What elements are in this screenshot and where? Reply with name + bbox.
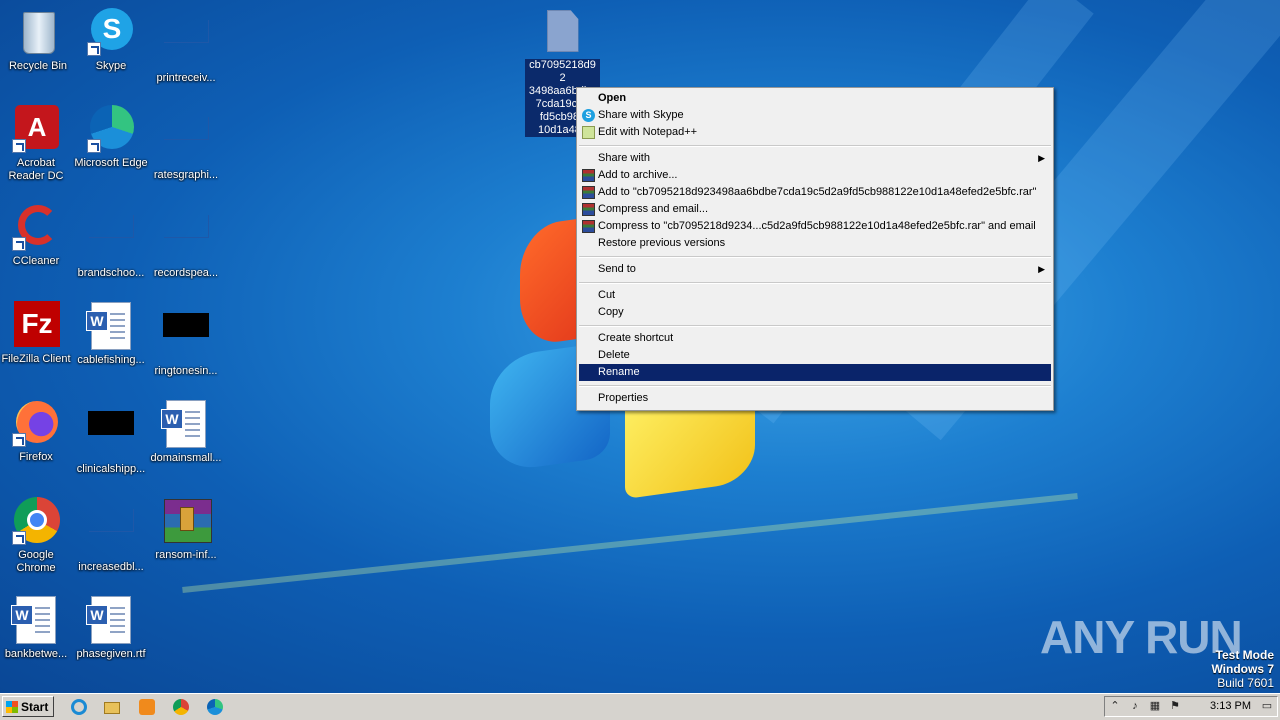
desktop-icon-ratesgraphi[interactable]: ratesgraphi...	[148, 105, 224, 182]
desktop-icon-ccleaner[interactable]: CCleaner	[0, 203, 74, 268]
menu-item-compress-email[interactable]: Compress and email...	[579, 201, 1051, 218]
blank-file-icon	[162, 117, 210, 165]
volume-icon[interactable]: ♪	[1127, 698, 1143, 715]
desktop-icon-chrome[interactable]: Google Chrome	[0, 497, 74, 575]
winrar-icon	[582, 203, 595, 216]
system-tray: ⌃ ♪ ▦ ⚑ 3:13 PM ▭	[1104, 696, 1278, 717]
menu-separator	[579, 256, 1051, 258]
blank-file-icon	[162, 215, 210, 263]
black-thumbnail-icon	[87, 411, 135, 459]
skype-icon: S	[582, 109, 595, 122]
menu-item-share-with[interactable]: Share with ▶	[579, 150, 1051, 167]
menu-separator	[579, 145, 1051, 147]
desktop-icon-firefox[interactable]: Firefox	[0, 399, 74, 464]
desktop-icon-recycle-bin[interactable]: Recycle Bin	[0, 8, 76, 73]
menu-separator	[579, 325, 1051, 327]
menu-item-copy[interactable]: Copy	[579, 304, 1051, 321]
show-desktop-icon[interactable]: ▭	[1259, 698, 1275, 715]
menu-item-add-to-rar[interactable]: Add to "cb7095218d923498aa6bdbe7cda19c5d…	[579, 184, 1051, 201]
desktop-icon-printreceiv[interactable]: printreceiv...	[148, 8, 224, 85]
blank-file-icon	[87, 215, 135, 263]
desktop-icon-bankbetwe[interactable]: W bankbetwe...	[0, 595, 74, 661]
winrar-icon	[582, 186, 595, 199]
edge-icon	[87, 105, 135, 153]
desktop: Recycle Bin A Acrobat Reader DC CCleaner…	[0, 0, 1280, 693]
desktop-icon-phasegiven[interactable]: W phasegiven.rtf	[73, 595, 149, 661]
desktop-icon-clinicalshipp[interactable]: clinicalshipp...	[73, 399, 149, 476]
menu-item-rename[interactable]: Rename	[579, 364, 1051, 381]
desktop-icon-acrobat[interactable]: A Acrobat Reader DC	[0, 105, 74, 183]
menu-separator	[579, 385, 1051, 387]
menu-item-edit-notepad[interactable]: Edit with Notepad++	[579, 124, 1051, 141]
desktop-icon-brandschoo[interactable]: brandschoo...	[73, 203, 149, 280]
desktop-icon-recordspea[interactable]: recordspea...	[148, 203, 224, 280]
desktop-icon-increasedbl[interactable]: increasedbl...	[73, 497, 149, 574]
winrar-icon	[582, 169, 595, 182]
action-center-flag-icon[interactable]: ⚑	[1167, 698, 1183, 715]
file-icon	[546, 10, 579, 52]
submenu-arrow-icon: ▶	[1038, 264, 1045, 274]
desktop-icon-edge[interactable]: Microsoft Edge	[73, 105, 149, 170]
menu-item-share-skype[interactable]: S Share with Skype	[579, 107, 1051, 124]
menu-item-properties[interactable]: Properties	[579, 390, 1051, 407]
desktop-icon-filezilla[interactable]: Fz FileZilla Client	[0, 301, 74, 366]
word-document-icon: W	[86, 596, 135, 644]
file-explorer-icon[interactable]	[104, 698, 122, 716]
firefox-icon	[12, 399, 60, 447]
skype-icon: S	[87, 8, 135, 56]
chrome-icon	[12, 497, 60, 545]
media-player-icon[interactable]	[138, 698, 156, 716]
internet-explorer-icon[interactable]	[70, 698, 88, 716]
chrome-icon[interactable]	[172, 698, 190, 716]
menu-item-open[interactable]: Open	[579, 90, 1051, 107]
blank-file-icon	[87, 509, 135, 557]
acrobat-icon: A	[12, 105, 60, 153]
show-hidden-icons-icon[interactable]: ⌃	[1107, 698, 1123, 715]
ccleaner-icon	[12, 203, 60, 251]
menu-item-create-shortcut[interactable]: Create shortcut	[579, 330, 1051, 347]
desktop-icon-cablefishing[interactable]: W cablefishing...	[73, 301, 149, 367]
windows-flag-icon	[6, 701, 18, 713]
menu-separator	[579, 282, 1051, 284]
test-mode-notice: Test Mode Windows 7 Build 7601	[1211, 648, 1274, 690]
black-thumbnail-icon	[162, 313, 210, 361]
menu-item-delete[interactable]: Delete	[579, 347, 1051, 364]
edge-icon[interactable]	[206, 698, 224, 716]
filezilla-icon: Fz	[12, 301, 60, 349]
winrar-icon	[582, 220, 595, 233]
word-document-icon: W	[11, 596, 60, 644]
blank-file-icon	[162, 20, 210, 68]
winrar-archive-icon	[162, 497, 212, 545]
recycle-bin-icon	[14, 8, 62, 56]
word-document-icon: W	[161, 400, 210, 448]
submenu-arrow-icon: ▶	[1038, 153, 1045, 163]
desktop-icon-ringtonesin[interactable]: ringtonesin...	[148, 301, 224, 378]
menu-item-add-archive[interactable]: Add to archive...	[579, 167, 1051, 184]
menu-item-compress-rar-email[interactable]: Compress to "cb7095218d9234...c5d2a9fd5c…	[579, 218, 1051, 235]
word-document-icon: W	[86, 302, 135, 350]
start-button[interactable]: Start	[2, 696, 54, 717]
desktop-icon-domainsmall[interactable]: W domainsmall...	[148, 399, 224, 465]
menu-item-send-to[interactable]: Send to ▶	[579, 261, 1051, 278]
desktop-icon-skype[interactable]: S Skype	[73, 8, 149, 73]
menu-item-cut[interactable]: Cut	[579, 287, 1051, 304]
network-icon[interactable]: ▦	[1147, 698, 1163, 715]
context-menu: Open S Share with Skype Edit with Notepad…	[576, 87, 1054, 411]
notepad-plus-plus-icon	[582, 126, 595, 139]
desktop-icon-ransom[interactable]: ransom-inf...	[148, 497, 224, 562]
menu-item-restore-versions[interactable]: Restore previous versions	[579, 235, 1051, 252]
taskbar: Start ⌃ ♪ ▦ ⚑ 3:13 PM ▭	[0, 693, 1280, 720]
clock[interactable]: 3:13 PM	[1210, 697, 1251, 716]
